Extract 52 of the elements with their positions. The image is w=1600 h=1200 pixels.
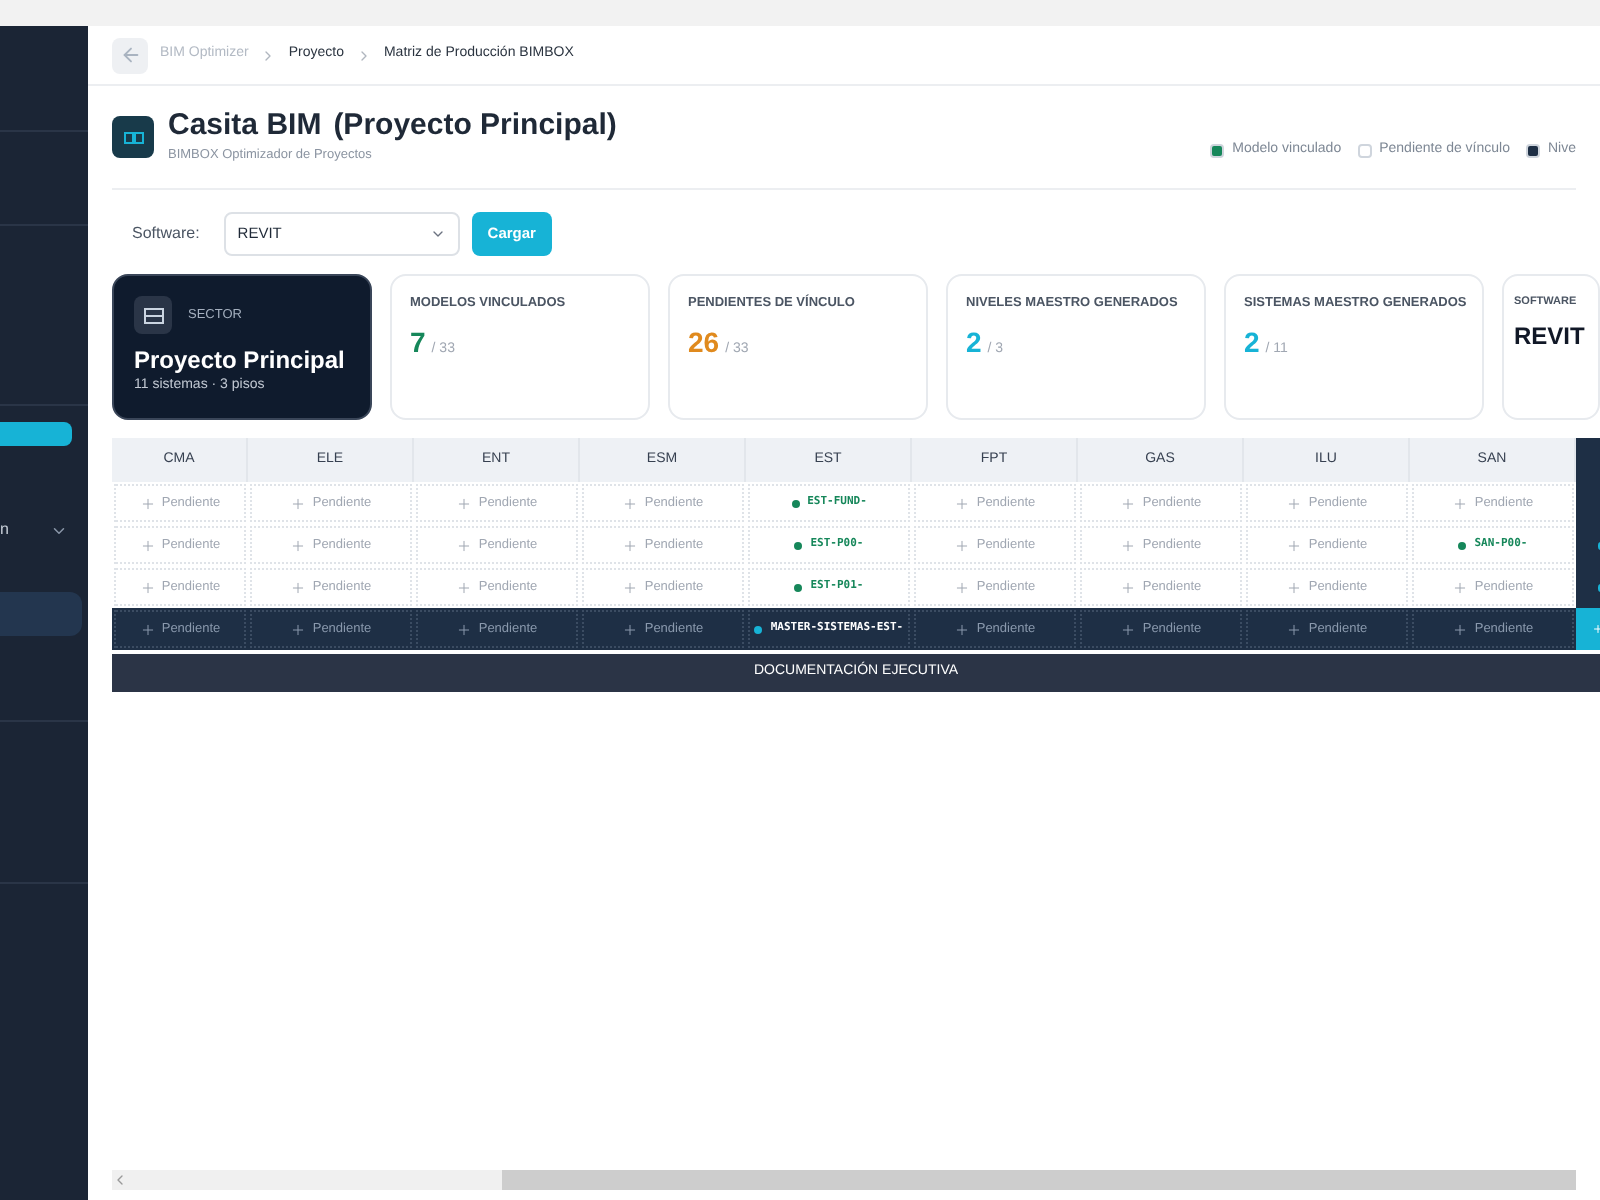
plus-icon <box>139 621 156 637</box>
plus-icon <box>456 579 473 595</box>
back-button[interactable] <box>112 37 148 73</box>
plus-icon <box>954 621 971 637</box>
plus-icon <box>290 537 307 553</box>
scrollbar-thumb[interactable] <box>502 1170 1576 1190</box>
plus-icon <box>1452 495 1469 511</box>
plus-icon <box>290 495 307 511</box>
stat-value: 7 <box>410 323 426 362</box>
plus-icon <box>139 495 156 511</box>
stat-value: 26 <box>688 323 720 362</box>
plus-icon <box>1452 621 1469 637</box>
plus-icon <box>954 495 971 511</box>
plus-icon <box>1120 579 1137 595</box>
app-logo-icon <box>112 116 154 158</box>
plus-icon <box>622 621 639 637</box>
plus-icon <box>1286 621 1303 637</box>
plus-icon <box>954 537 971 553</box>
column-header <box>1576 438 1600 482</box>
plus-icon <box>1120 621 1137 637</box>
stat-value: REVIT <box>1514 320 1585 355</box>
plus-icon <box>954 579 971 595</box>
plus-icon <box>139 537 156 553</box>
plus-icon <box>1120 495 1137 511</box>
plus-icon <box>1286 579 1303 595</box>
plus-icon <box>622 495 639 511</box>
sector-icon <box>134 296 172 334</box>
sidebar-selected-item[interactable] <box>0 592 82 636</box>
sidebar-item-label[interactable]: n <box>0 522 9 538</box>
plus-icon <box>1286 495 1303 511</box>
plus-icon <box>622 537 639 553</box>
stat-value: 2 <box>1244 323 1260 362</box>
sidebar-active-bar <box>0 422 72 446</box>
back-arrow-icon <box>119 44 141 66</box>
plus-icon <box>456 495 473 511</box>
caret-icon <box>429 226 446 242</box>
plus-icon <box>1120 537 1137 553</box>
plus-icon <box>622 579 639 595</box>
plus-icon <box>456 537 473 553</box>
plus-icon <box>290 579 307 595</box>
plus-icon <box>139 579 156 595</box>
software-label: Software: <box>132 222 200 246</box>
sector-title: Proyecto Principal <box>134 346 347 376</box>
project-title: Casita BIM <box>168 108 322 146</box>
add-cell[interactable] <box>1576 608 1600 650</box>
plus-icon <box>1452 579 1469 595</box>
plus-icon <box>1286 537 1303 553</box>
stat-value: 2 <box>966 323 982 362</box>
plus-icon <box>456 621 473 637</box>
plus-icon <box>290 621 307 637</box>
scroll-left-icon[interactable] <box>112 1172 128 1188</box>
project-subtitle-title: (Proyecto Principal) <box>333 108 617 146</box>
